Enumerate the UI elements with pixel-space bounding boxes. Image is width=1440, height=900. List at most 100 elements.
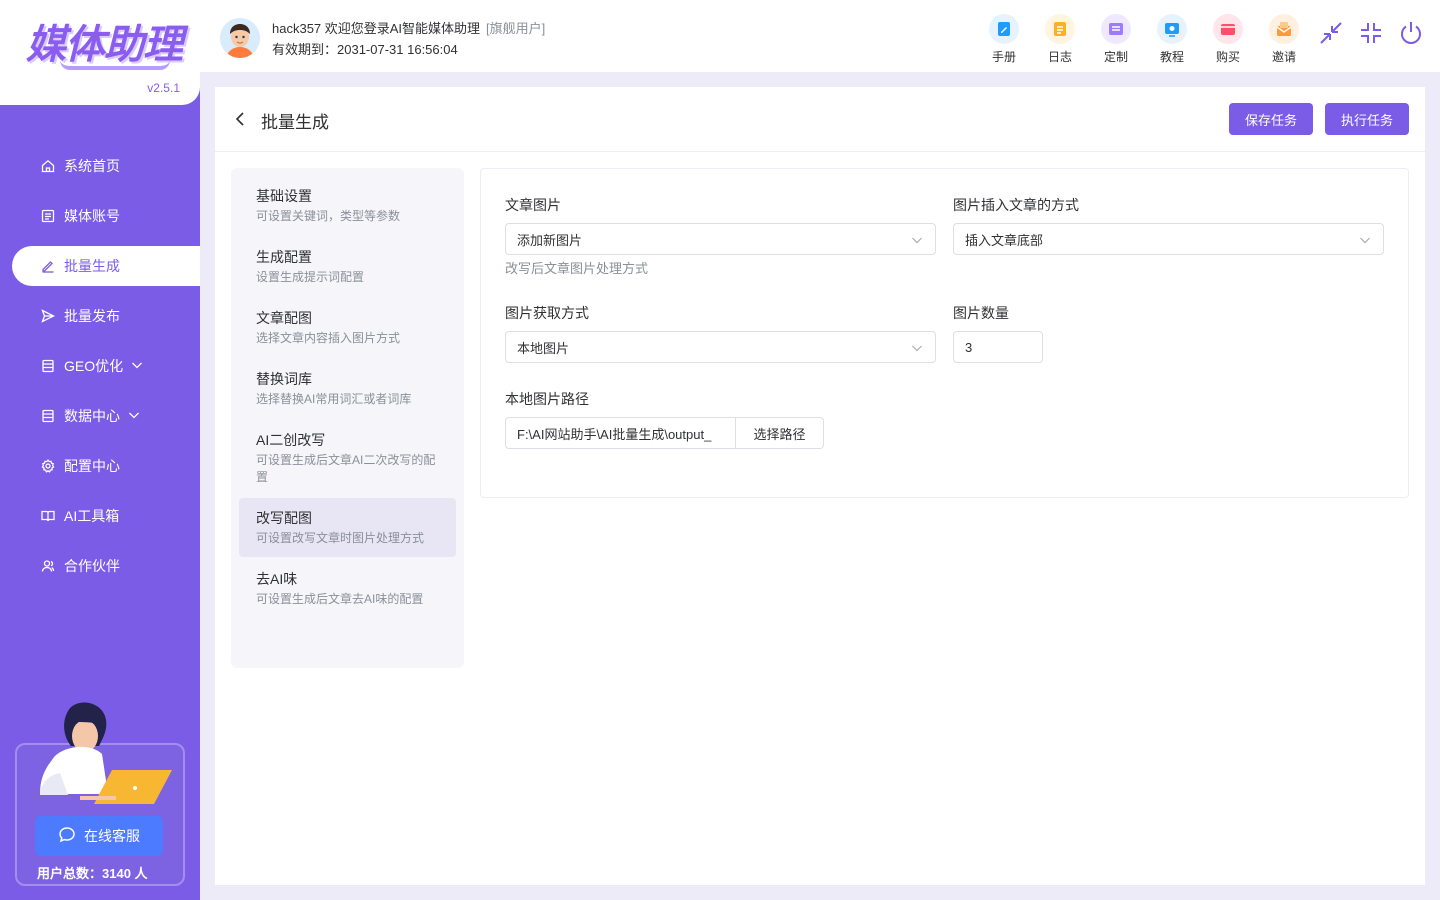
step-title: 文章配图: [256, 310, 312, 326]
local-path-label: 本地图片路径: [505, 391, 589, 407]
sidebar-item-batch-generate[interactable]: 批量生成: [0, 241, 200, 291]
custom-icon: [1101, 14, 1131, 44]
sidebar-item-config-center[interactable]: 配置中心: [0, 441, 200, 491]
sidebar-item-label: GEO优化: [64, 358, 124, 374]
edit-icon: [40, 258, 56, 274]
book-icon: [40, 508, 56, 524]
step-title: 去AI味: [256, 571, 298, 587]
manual-icon: [989, 14, 1019, 44]
step-title: 替换词库: [256, 371, 312, 387]
purchase-label: 购买: [1215, 50, 1240, 64]
sidebar-item-partners[interactable]: 合作伙伴: [0, 541, 200, 591]
log-icon: [1045, 14, 1075, 44]
step-desc: 可设置生成后文章AI二次改写的配置: [256, 453, 436, 484]
home-icon: [40, 158, 56, 174]
image-count-input[interactable]: 3: [953, 331, 1043, 363]
tutorial-label: 教程: [1159, 50, 1184, 64]
back-arrow-icon[interactable]: [231, 109, 251, 129]
step-basic-settings[interactable]: 基础设置 可设置关键词，类型等参数: [239, 176, 456, 235]
logo-swoosh: [60, 60, 170, 70]
welcome-text: hack357 欢迎您登录AI智能媒体助理 [旗舰用户]: [272, 18, 545, 37]
step-title: 改写配图: [256, 510, 312, 526]
image-source-select[interactable]: 本地图片: [505, 331, 936, 363]
sidebar-item-label: 批量发布: [64, 308, 120, 324]
article-image-select[interactable]: 添加新图片: [505, 223, 936, 255]
expire-date: 有效期到：2031-07-31 16:56:04: [272, 42, 458, 57]
sidebar-item-label: 合作伙伴: [64, 558, 120, 574]
config-steps: 基础设置 可设置关键词，类型等参数 生成配置 设置生成提示词配置 文章配图 选择…: [231, 168, 464, 668]
insert-mode-label: 图片插入文章的方式: [953, 197, 1079, 213]
run-task-button[interactable]: 执行任务: [1324, 103, 1409, 135]
sidebar-item-data-center[interactable]: 数据中心: [0, 391, 200, 441]
image-source-label: 图片获取方式: [505, 305, 589, 321]
power-icon[interactable]: [1398, 20, 1424, 46]
avatar[interactable]: [220, 18, 260, 58]
article-image-hint: 改写后文章图片处理方式: [505, 261, 649, 276]
save-task-button[interactable]: 保存任务: [1228, 103, 1313, 135]
window-controls: [1318, 20, 1424, 46]
support-illustration: [40, 702, 172, 804]
step-generate-config[interactable]: 生成配置 设置生成提示词配置: [239, 237, 456, 296]
step-desc: 设置生成提示词配置: [256, 270, 365, 284]
step-ai-rewrite[interactable]: AI二创改写 可设置生成后文章AI二次改写的配置: [239, 420, 456, 496]
local-path-input[interactable]: F:\AI网站助手\AI批量生成\output_: [505, 417, 736, 449]
invite-button[interactable]: 邀请: [1256, 14, 1312, 65]
step-desc: 可设置改写文章时图片处理方式: [256, 531, 425, 545]
sidebar-item-label: 数据中心: [64, 408, 120, 424]
insert-mode-select[interactable]: 插入文章底部: [953, 223, 1384, 255]
log-button[interactable]: 日志: [1032, 14, 1088, 65]
select-value: 本地图片: [517, 340, 570, 356]
article-image-label: 文章图片: [505, 197, 561, 213]
step-desc: 可设置生成后文章去AI味的配置: [256, 592, 424, 606]
rewrite-image-form: 文章图片 添加新图片 改写后文章图片处理方式 图片插入文章的方式 插入文章底部 …: [480, 168, 1409, 498]
send-icon: [40, 308, 56, 324]
sidebar-item-label: 媒体账号: [64, 208, 120, 224]
custom-label: 定制: [1103, 50, 1128, 64]
step-remove-ai-flavor[interactable]: 去AI味 可设置生成后文章去AI味的配置: [239, 559, 456, 618]
step-title: 生成配置: [256, 249, 312, 265]
minimize-icon[interactable]: [1318, 20, 1344, 46]
collapse-icon[interactable]: [1358, 20, 1384, 46]
account-icon: [40, 208, 56, 224]
tutorial-button[interactable]: 教程: [1144, 14, 1200, 65]
step-title: 基础设置: [256, 188, 312, 204]
purchase-button[interactable]: 购买: [1200, 14, 1256, 65]
chevron-down-icon: [131, 358, 143, 374]
chevron-down-icon: [1359, 234, 1371, 249]
step-desc: 选择文章内容插入图片方式: [256, 331, 401, 345]
step-rewrite-images[interactable]: 改写配图 可设置改写文章时图片处理方式: [239, 498, 456, 557]
online-support-button[interactable]: 在线客服: [35, 816, 163, 856]
custom-button[interactable]: 定制: [1088, 14, 1144, 65]
page-header: 批量生成 保存任务 执行任务: [215, 87, 1425, 152]
sidebar-item-ai-toolbox[interactable]: AI工具箱: [0, 491, 200, 541]
step-desc: 选择替换AI常用词汇或者词库: [256, 392, 412, 406]
purchase-icon: [1213, 14, 1243, 44]
page-title: 批量生成: [261, 113, 329, 132]
sidebar-item-geo[interactable]: GEO优化: [0, 341, 200, 391]
invite-icon: [1269, 14, 1299, 44]
welcome-message: hack357 欢迎您登录AI智能媒体助理: [272, 21, 481, 36]
sidebar-item-label: 系统首页: [64, 158, 120, 174]
support-label: 在线客服: [84, 828, 140, 844]
sidebar: 媒体助理 v2.5.1 系统首页 媒体账号 批量生成 批量发布 GEO优化 数据…: [0, 0, 200, 900]
sidebar-item-media-account[interactable]: 媒体账号: [0, 191, 200, 241]
step-article-images[interactable]: 文章配图 选择文章内容插入图片方式: [239, 298, 456, 357]
header-tools: 手册 日志 定制 教程 购买 邀请: [976, 14, 1312, 65]
sidebar-item-label: 批量生成: [64, 258, 120, 274]
tutorial-icon: [1157, 14, 1187, 44]
sidebar-item-label: 配置中心: [64, 458, 120, 474]
image-count-label: 图片数量: [953, 305, 1009, 321]
gear-icon: [40, 458, 56, 474]
chevron-down-icon: [911, 234, 923, 249]
manual-button[interactable]: 手册: [976, 14, 1032, 65]
step-replace-words[interactable]: 替换词库 选择替换AI常用词汇或者词库: [239, 359, 456, 418]
step-title: AI二创改写: [256, 432, 326, 448]
sidebar-item-home[interactable]: 系统首页: [0, 141, 200, 191]
invite-label: 邀请: [1271, 50, 1296, 64]
choose-path-button[interactable]: 选择路径: [736, 417, 824, 449]
manual-label: 手册: [991, 50, 1016, 64]
chevron-down-icon: [128, 408, 140, 424]
sidebar-item-label: AI工具箱: [64, 508, 120, 524]
select-value: 添加新图片: [517, 232, 583, 248]
sidebar-item-batch-publish[interactable]: 批量发布: [0, 291, 200, 341]
